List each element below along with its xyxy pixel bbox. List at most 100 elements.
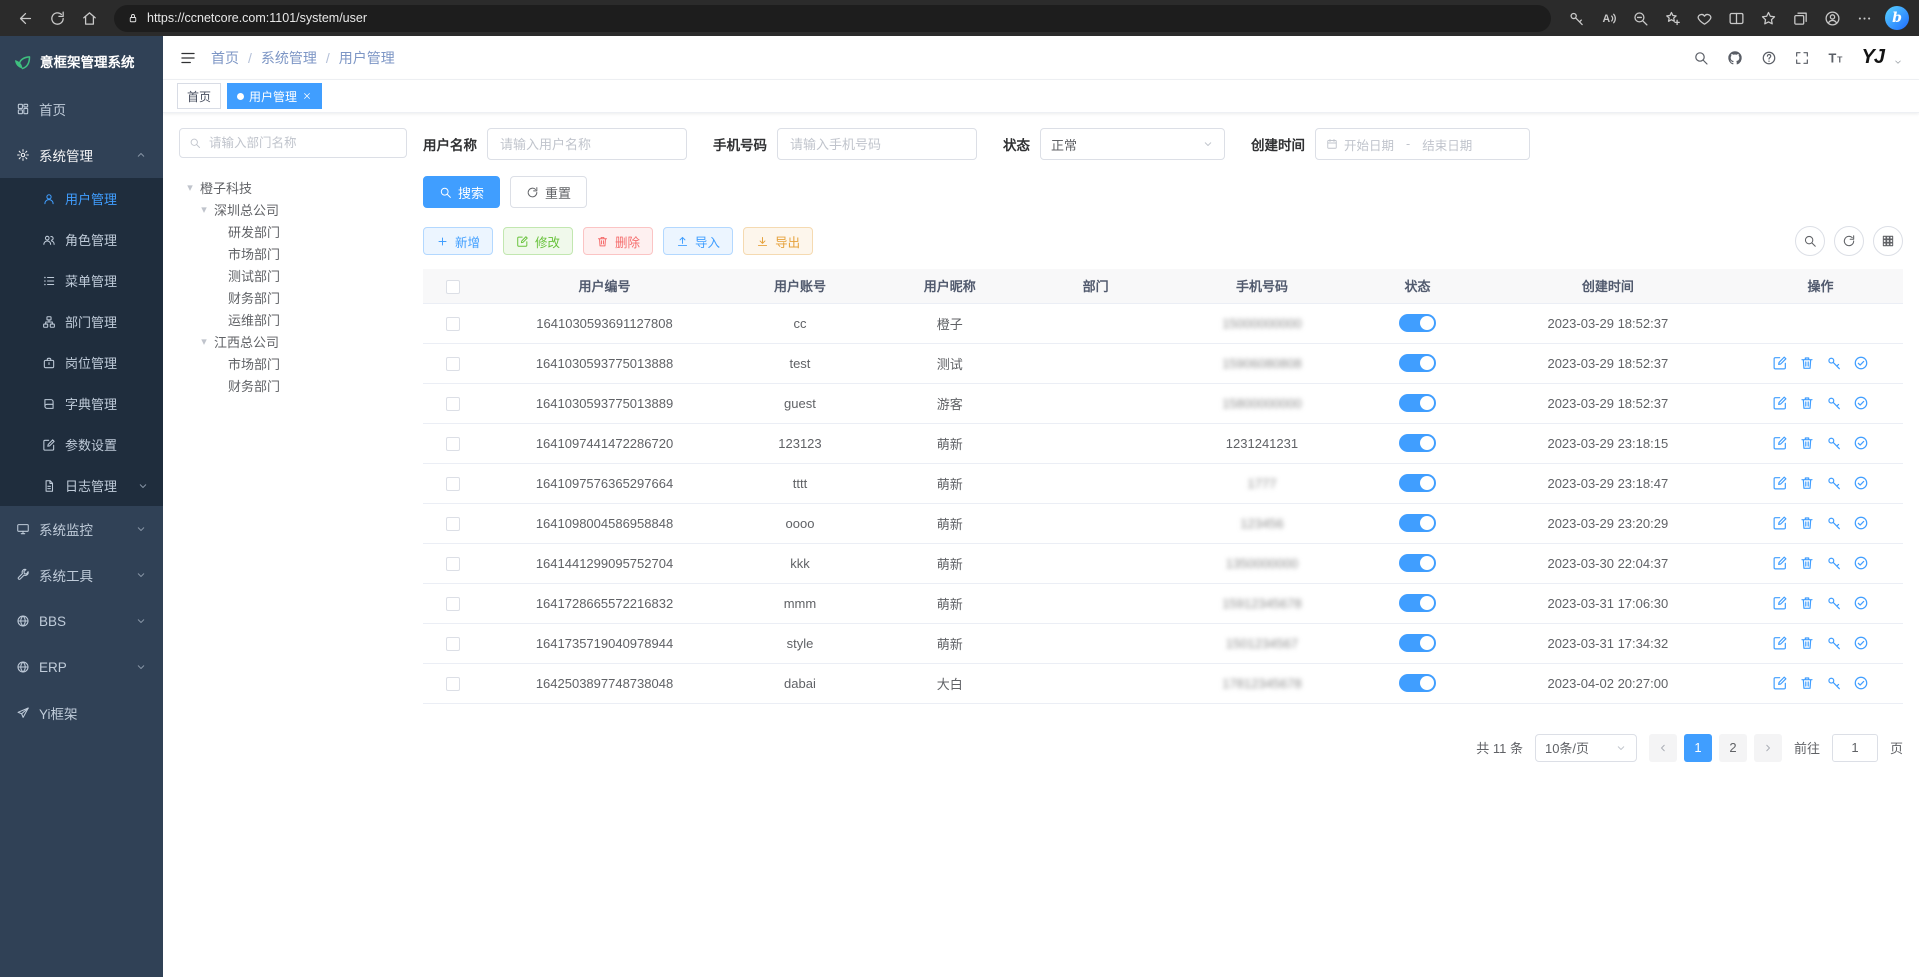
reset-password-button[interactable]: [1826, 515, 1842, 531]
delete-button[interactable]: [1799, 395, 1815, 411]
export-button[interactable]: 导出: [743, 227, 813, 255]
sidebar-item-post[interactable]: 岗位管理: [0, 342, 163, 383]
assign-role-button[interactable]: [1853, 595, 1869, 611]
help-icon[interactable]: [1761, 50, 1777, 66]
github-icon[interactable]: [1726, 49, 1744, 67]
favorites-icon[interactable]: [1753, 3, 1783, 33]
sidebar-item-system[interactable]: 系统管理: [0, 132, 163, 178]
tree-node[interactable]: 运维部门: [179, 308, 407, 330]
row-checkbox[interactable]: [446, 597, 460, 611]
user-avatar-logo[interactable]: YJ: [1862, 46, 1884, 69]
sidebar-item-role[interactable]: 角色管理: [0, 219, 163, 260]
page-button-1[interactable]: 1: [1684, 734, 1712, 762]
tree-node[interactable]: 深圳总公司: [179, 198, 407, 220]
sidebar-item-monitor[interactable]: 系统监控: [0, 506, 163, 552]
tab-user[interactable]: 用户管理: [227, 83, 322, 109]
split-screen-icon[interactable]: [1721, 3, 1751, 33]
status-toggle[interactable]: [1399, 434, 1436, 452]
delete-button[interactable]: [1799, 515, 1815, 531]
edit-button[interactable]: [1772, 635, 1788, 651]
assign-role-button[interactable]: [1853, 355, 1869, 371]
status-select[interactable]: 正常: [1040, 128, 1225, 160]
edit-button[interactable]: [1772, 515, 1788, 531]
edit-button[interactable]: [1772, 355, 1788, 371]
profile-avatar[interactable]: [1817, 3, 1847, 33]
status-toggle[interactable]: [1399, 394, 1436, 412]
row-checkbox[interactable]: [446, 317, 460, 331]
edit-button[interactable]: [1772, 555, 1788, 571]
collections-icon[interactable]: [1785, 3, 1815, 33]
breadcrumb-item[interactable]: 首页: [211, 48, 239, 68]
delete-button[interactable]: [1799, 555, 1815, 571]
reset-password-button[interactable]: [1826, 595, 1842, 611]
add-favorite-icon[interactable]: [1657, 3, 1687, 33]
reset-password-button[interactable]: [1826, 435, 1842, 451]
import-button[interactable]: 导入: [663, 227, 733, 255]
back-icon[interactable]: [10, 3, 40, 33]
phone-input[interactable]: [788, 136, 966, 153]
sidebar-item-tools[interactable]: 系统工具: [0, 552, 163, 598]
reset-password-button[interactable]: [1826, 635, 1842, 651]
reset-password-button[interactable]: [1826, 355, 1842, 371]
column-settings-button[interactable]: [1873, 226, 1903, 256]
assign-role-button[interactable]: [1853, 675, 1869, 691]
sidebar-item-config[interactable]: 参数设置: [0, 424, 163, 465]
breadcrumb-item[interactable]: 用户管理: [339, 48, 395, 68]
edit-button[interactable]: [1772, 595, 1788, 611]
tree-node[interactable]: 市场部门: [179, 242, 407, 264]
close-icon[interactable]: [302, 91, 312, 101]
date-range-picker[interactable]: 开始日期 - 结束日期: [1315, 128, 1530, 160]
row-checkbox[interactable]: [446, 437, 460, 451]
search-icon[interactable]: [1693, 50, 1709, 66]
add-button[interactable]: 新增: [423, 227, 493, 255]
delete-button[interactable]: [1799, 355, 1815, 371]
status-toggle[interactable]: [1399, 554, 1436, 572]
status-toggle[interactable]: [1399, 634, 1436, 652]
row-checkbox[interactable]: [446, 517, 460, 531]
caret-down-icon[interactable]: [197, 335, 211, 348]
breadcrumb-item[interactable]: 系统管理: [261, 48, 317, 68]
sidebar-item-bbs[interactable]: BBS: [0, 598, 163, 644]
edit-button[interactable]: [1772, 675, 1788, 691]
status-toggle[interactable]: [1399, 674, 1436, 692]
status-toggle[interactable]: [1399, 514, 1436, 532]
browser-essentials-icon[interactable]: [1689, 3, 1719, 33]
fullscreen-icon[interactable]: [1794, 50, 1810, 66]
username-input[interactable]: [498, 136, 676, 153]
delete-button[interactable]: [1799, 675, 1815, 691]
font-size-icon[interactable]: TT: [1827, 49, 1845, 67]
delete-button[interactable]: [1799, 635, 1815, 651]
prev-page-button[interactable]: [1649, 734, 1677, 762]
tab-home[interactable]: 首页: [177, 83, 221, 109]
row-checkbox[interactable]: [446, 557, 460, 571]
delete-button[interactable]: 删除: [583, 227, 653, 255]
zoom-icon[interactable]: [1625, 3, 1655, 33]
row-checkbox[interactable]: [446, 357, 460, 371]
read-aloud-icon[interactable]: A: [1593, 3, 1623, 33]
edit-button[interactable]: [1772, 395, 1788, 411]
sidebar-item-home[interactable]: 首页: [0, 86, 163, 132]
tree-node[interactable]: 橙子科技: [179, 176, 407, 198]
row-checkbox[interactable]: [446, 477, 460, 491]
sidebar-item-erp[interactable]: ERP: [0, 644, 163, 690]
page-size-select[interactable]: 10条/页: [1535, 734, 1637, 762]
sidebar-item-dict[interactable]: 字典管理: [0, 383, 163, 424]
hamburger-icon[interactable]: [179, 49, 197, 67]
assign-role-button[interactable]: [1853, 395, 1869, 411]
assign-role-button[interactable]: [1853, 475, 1869, 491]
dept-search-input[interactable]: [207, 135, 397, 151]
status-toggle[interactable]: [1399, 594, 1436, 612]
assign-role-button[interactable]: [1853, 515, 1869, 531]
tree-node[interactable]: 测试部门: [179, 264, 407, 286]
tree-node[interactable]: 江西总公司: [179, 330, 407, 352]
reset-password-button[interactable]: [1826, 395, 1842, 411]
chevron-down-icon[interactable]: [1893, 57, 1903, 67]
row-checkbox[interactable]: [446, 637, 460, 651]
page-button-2[interactable]: 2: [1719, 734, 1747, 762]
row-checkbox[interactable]: [446, 397, 460, 411]
sidebar-item-yi[interactable]: Yi框架: [0, 690, 163, 736]
refresh-button[interactable]: [1834, 226, 1864, 256]
toggle-search-button[interactable]: [1795, 226, 1825, 256]
reset-button[interactable]: 重置: [510, 176, 587, 208]
next-page-button[interactable]: [1754, 734, 1782, 762]
